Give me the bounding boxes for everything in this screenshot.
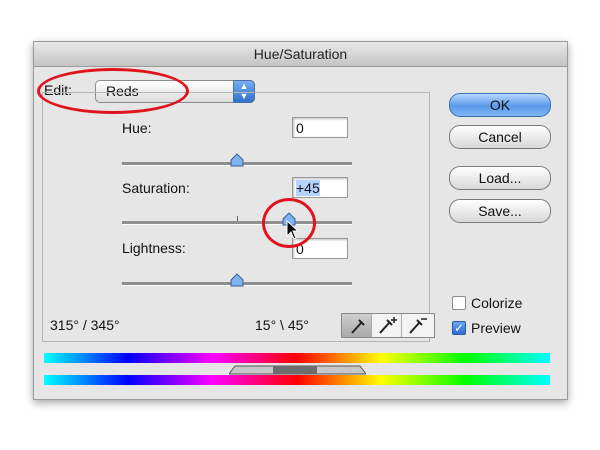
mouse-cursor-icon: [286, 220, 300, 240]
dialog-title: Hue/Saturation: [34, 42, 567, 67]
eyedropper-icon[interactable]: [342, 314, 372, 337]
colorize-label: Colorize: [471, 295, 523, 311]
hue-value: 0: [296, 120, 304, 136]
saturation-center-tick: [237, 216, 238, 221]
lightness-slider-thumb[interactable]: [230, 273, 244, 287]
range-left-readout: 315° / 345°: [50, 317, 120, 333]
input-color-bar: [44, 353, 550, 363]
colorize-checkbox[interactable]: [452, 296, 466, 310]
preview-checkbox[interactable]: ✓: [452, 321, 466, 335]
color-range-slider[interactable]: [229, 365, 366, 375]
ok-button[interactable]: OK: [449, 93, 551, 117]
saturation-value: +45: [296, 180, 320, 196]
save-button[interactable]: Save...: [449, 199, 551, 223]
hue-slider[interactable]: [122, 153, 352, 167]
preview-label: Preview: [471, 320, 521, 336]
hue-slider-thumb[interactable]: [230, 153, 244, 167]
cancel-button[interactable]: Cancel: [449, 125, 551, 149]
edit-annotation-circle: [37, 68, 189, 114]
lightness-slider[interactable]: [122, 273, 352, 287]
saturation-input[interactable]: +45: [292, 177, 348, 198]
eyedropper-minus-icon[interactable]: [402, 314, 432, 337]
hue-input[interactable]: 0: [292, 117, 348, 138]
adjustment-group: [42, 92, 430, 342]
eyedropper-plus-icon[interactable]: [372, 314, 402, 337]
output-color-bar: [44, 375, 550, 385]
saturation-slider[interactable]: [122, 212, 352, 226]
lightness-label: Lightness:: [122, 240, 186, 256]
range-right-readout: 15° \ 45°: [255, 317, 310, 333]
eyedropper-group: [341, 313, 435, 338]
saturation-label: Saturation:: [122, 180, 190, 196]
hue-label: Hue:: [122, 120, 152, 136]
load-button[interactable]: Load...: [449, 166, 551, 190]
